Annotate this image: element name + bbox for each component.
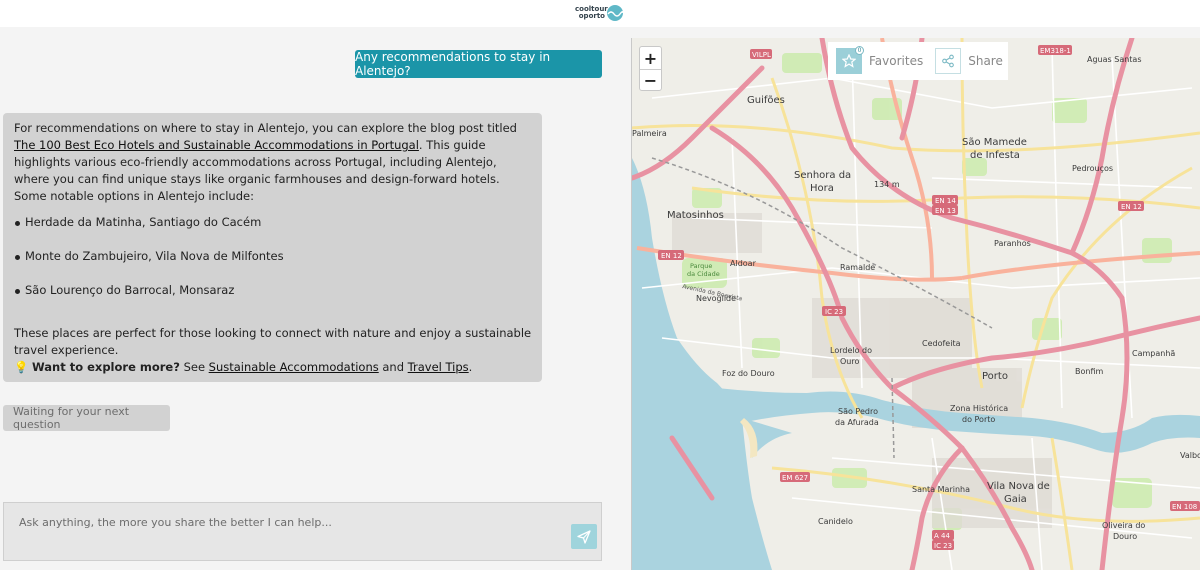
- and-word: and: [382, 360, 405, 374]
- svg-text:São Pedro: São Pedro: [838, 407, 878, 416]
- svg-text:Lordelo do: Lordelo do: [830, 346, 872, 355]
- share-button[interactable]: Share: [935, 48, 1003, 74]
- status-badge: Waiting for your next question: [3, 405, 170, 431]
- options-heading: Some notable options in Alentejo include…: [14, 189, 254, 203]
- svg-text:Oliveira do: Oliveira do: [1102, 521, 1145, 530]
- svg-text:São Mamede: São Mamede: [962, 137, 1027, 148]
- map-view[interactable]: Guifões Palmeira Senhora da Hora Matosin…: [632, 38, 1200, 570]
- user-message: Any recommendations to stay in Alentejo?: [355, 50, 602, 78]
- svg-text:Ouro: Ouro: [840, 357, 859, 366]
- svg-text:Douro: Douro: [1113, 532, 1137, 541]
- svg-text:Bonfim: Bonfim: [1075, 367, 1103, 376]
- svg-text:Gaia: Gaia: [1004, 494, 1027, 505]
- svg-text:EN 108: EN 108: [1172, 503, 1197, 511]
- blog-post-link[interactable]: The 100 Best Eco Hotels and Sustainable …: [14, 138, 419, 152]
- bot-intro: For recommendations on where to stay in …: [14, 120, 532, 188]
- svg-text:Canidelo: Canidelo: [818, 517, 853, 526]
- svg-text:Matosinhos: Matosinhos: [667, 210, 724, 221]
- favorites-button[interactable]: 0 Favorites: [836, 46, 924, 74]
- zoom-out-button[interactable]: −: [640, 69, 661, 91]
- svg-text:Pedrouços: Pedrouços: [1072, 164, 1113, 173]
- chat-input-box[interactable]: [3, 502, 602, 561]
- svg-text:Santa Marinha: Santa Marinha: [912, 485, 970, 494]
- travel-tips-link[interactable]: Travel Tips: [408, 360, 469, 374]
- map-toolbar: 0 Favorites Share: [828, 42, 1008, 80]
- bot-message: For recommendations on where to stay in …: [3, 113, 542, 382]
- map-tiles: Guifões Palmeira Senhora da Hora Matosin…: [632, 38, 1200, 570]
- share-icon-box: [935, 48, 962, 74]
- zoom-in-button[interactable]: +: [640, 47, 661, 69]
- svg-text:Aldoar: Aldoar: [730, 259, 757, 268]
- svg-text:IC 23: IC 23: [934, 542, 952, 550]
- svg-text:EM318-1: EM318-1: [1040, 47, 1071, 55]
- svg-text:Aguas Santas: Aguas Santas: [1087, 55, 1142, 64]
- favorites-count: 0: [855, 46, 864, 55]
- svg-text:do Porto: do Porto: [962, 415, 995, 424]
- svg-text:EN 13: EN 13: [935, 207, 956, 215]
- svg-text:Palmeira: Palmeira: [632, 129, 667, 138]
- chat-panel: Any recommendations to stay in Alentejo?…: [0, 27, 631, 570]
- star-icon: [842, 54, 856, 68]
- svg-text:da Cidade: da Cidade: [687, 270, 720, 278]
- list-item: Monte do Zambujeiro, Vila Nova de Milfon…: [14, 248, 532, 282]
- svg-text:134 m: 134 m: [874, 180, 900, 189]
- svg-text:Cedofeita: Cedofeita: [922, 339, 961, 348]
- zoom-control: + −: [639, 46, 662, 91]
- svg-text:Guifões: Guifões: [747, 95, 785, 106]
- svg-text:Foz do Douro: Foz do Douro: [722, 369, 775, 378]
- svg-text:Porto: Porto: [982, 371, 1008, 382]
- svg-text:Parque: Parque: [690, 262, 712, 270]
- svg-text:EM 627: EM 627: [782, 474, 808, 482]
- explore-bold: Want to explore more?: [31, 360, 180, 374]
- svg-text:EN 12: EN 12: [661, 252, 682, 260]
- svg-text:Valbo: Valbo: [1180, 451, 1200, 460]
- svg-text:EN 12: EN 12: [1121, 203, 1142, 211]
- logo[interactable]: cooltour oporto: [575, 3, 625, 23]
- favorites-label: Favorites: [869, 54, 924, 68]
- svg-text:da Afurada: da Afurada: [835, 418, 879, 427]
- svg-text:Campanhã: Campanhã: [1132, 349, 1175, 358]
- top-bar: cooltour oporto: [0, 0, 1200, 27]
- svg-text:Paranhos: Paranhos: [994, 239, 1031, 248]
- list-item: São Lourenço do Barrocal, Monsaraz: [14, 282, 532, 316]
- explore-see: See: [183, 360, 206, 374]
- logo-line-2: oporto: [578, 12, 605, 20]
- svg-text:IC 23: IC 23: [825, 308, 843, 316]
- sustainable-accommodations-link[interactable]: Sustainable Accommodations: [209, 360, 379, 374]
- chat-input[interactable]: [19, 513, 539, 531]
- explore-more: 💡 Want to explore more? See Sustainable …: [14, 359, 532, 376]
- svg-text:de Infesta: de Infesta: [970, 150, 1020, 161]
- wave-circle-icon: [607, 5, 624, 21]
- svg-text:Senhora da: Senhora da: [794, 170, 851, 181]
- share-icon: [942, 54, 955, 68]
- svg-text:Vila Nova de: Vila Nova de: [987, 481, 1050, 492]
- share-label: Share: [968, 54, 1003, 68]
- send-icon: [577, 529, 591, 544]
- intro-text: For recommendations on where to stay in …: [14, 121, 517, 135]
- list-item: Herdade da Matinha, Santiago do Cacém: [14, 214, 532, 248]
- svg-text:Hora: Hora: [810, 183, 834, 194]
- favorites-icon-box: 0: [836, 46, 864, 74]
- svg-text:A 44: A 44: [934, 532, 950, 540]
- logo-text: cooltour oporto: [575, 6, 608, 20]
- lightbulb-icon: 💡: [14, 360, 29, 374]
- svg-text:EN 14: EN 14: [935, 197, 956, 205]
- closing-text: These places are perfect for those looki…: [14, 326, 532, 357]
- svg-text:Ramalde: Ramalde: [840, 263, 875, 272]
- svg-text:VILPL: VILPL: [752, 51, 771, 59]
- send-button[interactable]: [571, 524, 597, 549]
- period: .: [468, 360, 473, 374]
- options-list: Herdade da Matinha, Santiago do Cacém Mo…: [14, 214, 532, 316]
- svg-text:Zona Histórica: Zona Histórica: [950, 403, 1008, 413]
